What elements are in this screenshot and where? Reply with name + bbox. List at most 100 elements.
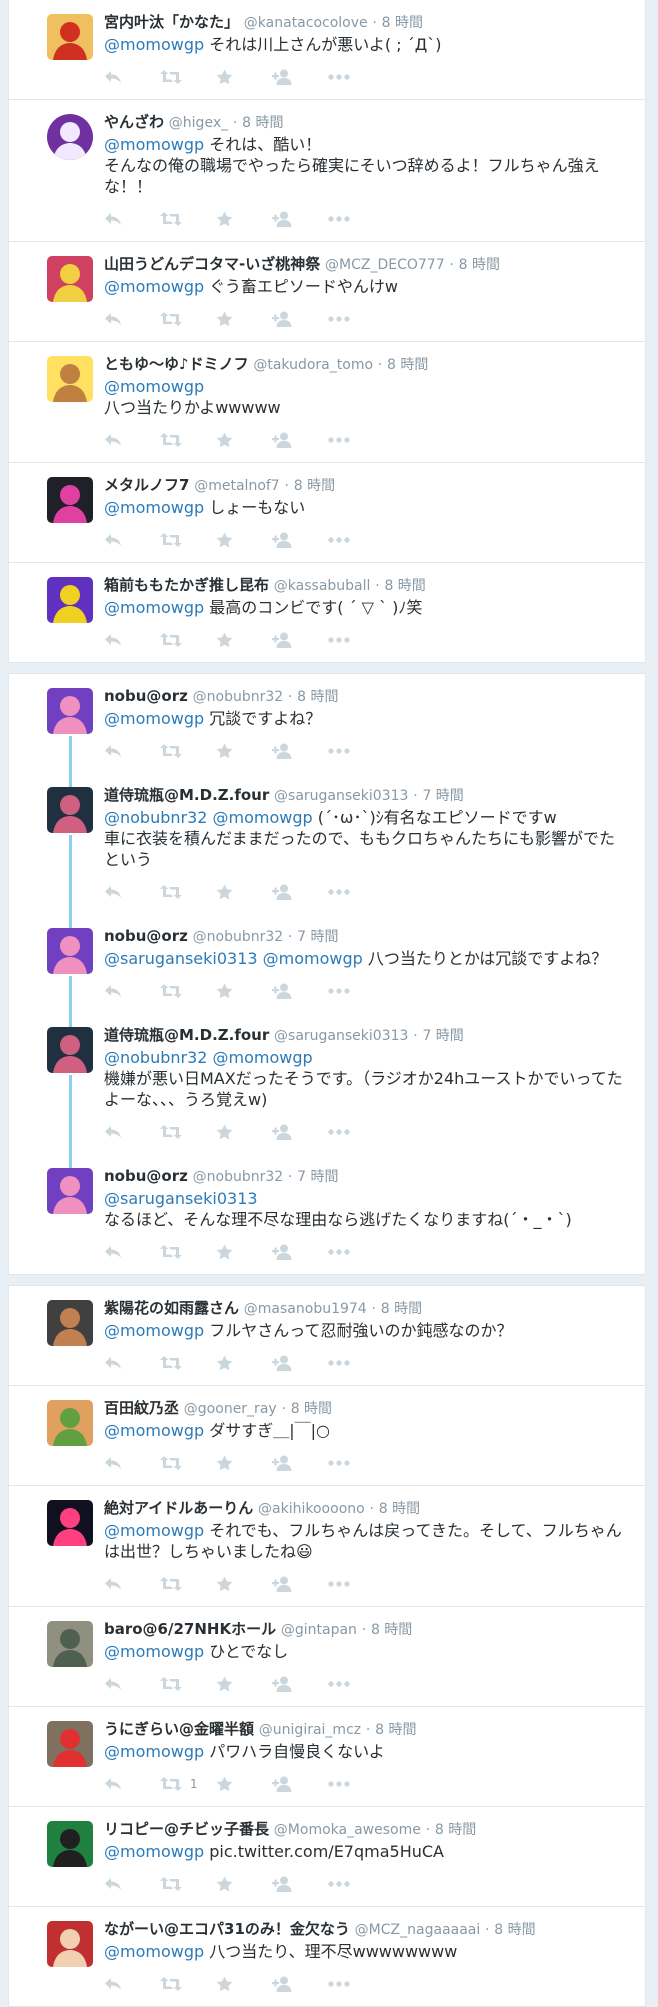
retweet-button[interactable] [160,1976,216,1992]
more-button[interactable] [328,1460,384,1466]
follow-button[interactable] [272,1776,328,1792]
favorite-button[interactable] [216,532,272,548]
avatar[interactable] [47,1621,93,1667]
screen-name[interactable]: @MCZ_nagaaaaai [355,1922,481,1938]
follow-button[interactable] [272,743,328,759]
mention-links[interactable]: @momowgp [104,709,204,728]
screen-name[interactable]: @metalnof7 [194,478,279,494]
avatar[interactable] [47,1921,93,1967]
reply-button[interactable] [104,1976,160,1992]
follow-button[interactable] [272,983,328,999]
more-button[interactable] [328,1249,384,1255]
reply-button[interactable] [104,69,160,85]
favorite-button[interactable] [216,632,272,648]
more-button[interactable] [328,889,384,895]
favorite-button[interactable] [216,1244,272,1260]
reply-button[interactable] [104,632,160,648]
avatar[interactable] [47,928,93,974]
retweet-button[interactable] [160,983,216,999]
reply-button[interactable] [104,1455,160,1471]
more-button[interactable] [328,1360,384,1366]
mention-links[interactable]: @momowgp [104,1742,204,1761]
display-name[interactable]: ともゆ〜ゆ♪ドミノフ [104,355,249,373]
timestamp[interactable]: 8 時間 [384,578,425,594]
avatar[interactable] [47,1721,93,1767]
reply-button[interactable] [104,211,160,227]
mention-links[interactable]: @saruganseki0313 @momowgp [104,949,363,968]
tweet[interactable]: 宮内叶汰「かなた」 @kanatacocolove · 8 時間 @momowgp… [9,0,645,99]
retweet-button[interactable] [160,884,216,900]
display-name[interactable]: うにぎらい@金曜半額 [104,1720,254,1738]
timestamp[interactable]: 8 時間 [494,1922,535,1938]
timestamp[interactable]: 7 時間 [297,929,338,945]
screen-name[interactable]: @unigirai_mcz [259,1722,361,1738]
avatar[interactable] [47,577,93,623]
favorite-button[interactable] [216,983,272,999]
screen-name[interactable]: @gooner_ray [184,1401,277,1417]
mention-links[interactable]: @nobubnr32 @momowgp [104,1048,313,1067]
tweet[interactable]: 道侍琉瓶@M.D.Z.four @saruganseki0313 · 7 時間 @… [9,1013,645,1170]
retweet-button[interactable] [160,1676,216,1692]
avatar[interactable] [47,787,93,833]
reply-button[interactable] [104,743,160,759]
retweet-button[interactable] [160,69,216,85]
avatar[interactable] [47,688,93,734]
screen-name[interactable]: @nobubnr32 [193,1169,284,1185]
tweet[interactable]: 百田紋乃丞 @gooner_ray · 8 時間 @momowgp ダサすぎ＿|￣… [9,1385,645,1485]
favorite-button[interactable] [216,884,272,900]
screen-name[interactable]: @kanatacocolove [244,15,368,31]
avatar[interactable] [47,477,93,523]
follow-button[interactable] [272,884,328,900]
mention-links[interactable]: @momowgp [104,35,204,54]
tweet[interactable]: リコピー@チビッ子番長 @Momoka_awesome · 8 時間 @momow… [9,1806,645,1906]
more-button[interactable] [328,316,384,322]
reply-button[interactable] [104,1124,160,1140]
tweet[interactable]: 道侍琉瓶@M.D.Z.four @saruganseki0313 · 7 時間 @… [9,773,645,930]
display-name[interactable]: nobu@orz [104,1167,188,1185]
display-name[interactable]: nobu@orz [104,927,188,945]
favorite-button[interactable] [216,1124,272,1140]
follow-button[interactable] [272,532,328,548]
mention-links[interactable]: @momowgp [104,1321,204,1340]
tweet[interactable]: ともゆ〜ゆ♪ドミノフ @takudora_tomo · 8 時間 @momowgp… [9,341,645,462]
retweet-button[interactable] [160,1876,216,1892]
follow-button[interactable] [272,1124,328,1140]
retweet-button[interactable] [160,1455,216,1471]
follow-button[interactable] [272,1455,328,1471]
follow-button[interactable] [272,211,328,227]
screen-name[interactable]: @akihikoooono [258,1501,365,1517]
display-name[interactable]: ながーい@エコパ31のみ！金欠なう [104,1920,350,1938]
display-name[interactable]: 道侍琉瓶@M.D.Z.four [104,786,269,804]
avatar[interactable] [47,14,93,60]
timestamp[interactable]: 8 時間 [242,115,283,131]
tweet[interactable]: nobu@orz @nobubnr32 · 8 時間 @momowgp 冗談ですよ… [9,674,645,789]
retweet-button[interactable] [160,311,216,327]
timestamp[interactable]: 8 時間 [294,478,335,494]
mention-links[interactable]: @momowgp [104,135,204,154]
more-button[interactable] [328,1781,384,1787]
timestamp[interactable]: 7 時間 [297,1169,338,1185]
avatar[interactable] [47,356,93,402]
screen-name[interactable]: @takudora_tomo [253,357,373,373]
mention-links[interactable]: @momowgp [104,1842,204,1861]
retweet-button[interactable] [160,632,216,648]
more-button[interactable] [328,537,384,543]
screen-name[interactable]: @kassabuball [274,578,371,594]
favorite-button[interactable] [216,432,272,448]
timestamp[interactable]: 8 時間 [371,1622,412,1638]
avatar[interactable] [47,1500,93,1546]
favorite-button[interactable] [216,1355,272,1371]
avatar[interactable] [47,1821,93,1867]
more-button[interactable] [328,74,384,80]
retweet-button[interactable] [160,211,216,227]
timestamp[interactable]: 8 時間 [435,1822,476,1838]
mention-links[interactable]: @momowgp [104,377,204,396]
avatar[interactable] [47,1400,93,1446]
favorite-button[interactable] [216,311,272,327]
mention-links[interactable]: @momowgp [104,498,204,517]
retweet-button[interactable] [160,1244,216,1260]
favorite-button[interactable] [216,743,272,759]
mention-links[interactable]: @momowgp [104,1521,204,1540]
tweet[interactable]: nobu@orz @nobubnr32 · 7 時間 @saruganseki03… [9,1154,645,1274]
more-button[interactable] [328,1681,384,1687]
